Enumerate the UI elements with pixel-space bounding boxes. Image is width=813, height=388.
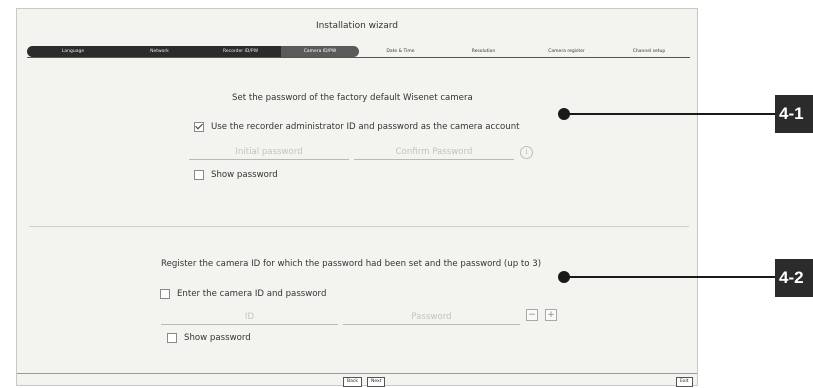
section1-show-password-checkbox[interactable] [194,170,204,180]
section2-show-password-label: Show password [184,333,251,343]
callout-4-1-badge: 4-1 [775,95,813,133]
section2-show-password-checkbox[interactable] [167,333,177,343]
camera-id-field[interactable]: ID [161,310,338,325]
enter-camera-id-checkbox[interactable] [160,289,170,299]
remove-camera-button[interactable]: − [526,309,538,321]
step-camera-id-pw[interactable]: Camera ID/PW [281,46,359,57]
wizard-steps: Language Network Recorder ID/PW Camera I… [27,46,690,58]
camera-password-field[interactable]: Password [343,310,520,325]
exit-button[interactable]: Exit [676,377,693,387]
section2-heading: Register the camera ID for which the pas… [161,259,542,269]
callout-4-2-line [565,276,777,278]
section1-show-password-label: Show password [211,170,278,180]
next-button[interactable]: Next [367,377,386,387]
use-admin-account-label: Use the recorder administrator ID and pa… [211,122,520,132]
callout-4-2-badge: 4-2 [775,259,813,297]
window-title: Installation wizard [315,21,399,31]
back-button[interactable]: Back [343,377,362,387]
step-resolution[interactable]: Resolution [442,46,525,57]
section-divider [29,226,689,227]
use-admin-account-checkbox[interactable] [194,122,204,132]
initial-password-field[interactable]: Initial password [189,145,349,160]
section1-heading: Set the password of the factory default … [232,93,473,103]
step-channel-setup[interactable]: Channel setup [608,46,690,57]
enter-camera-id-label: Enter the camera ID and password [177,289,327,299]
footer-bar [17,373,697,374]
installation-wizard-window: Installation wizard Language Network Rec… [16,8,698,387]
step-network[interactable]: Network [119,46,200,57]
info-icon[interactable]: i [520,146,533,159]
step-camera-register[interactable]: Camera register [525,46,608,57]
confirm-password-field[interactable]: Confirm Password [354,145,514,160]
step-date-time[interactable]: Date & Time [359,46,442,57]
step-language[interactable]: Language [27,46,119,57]
add-camera-button[interactable]: + [545,309,557,321]
callout-4-1-line [565,113,777,115]
step-recorder-id-pw[interactable]: Recorder ID/PW [200,46,281,57]
